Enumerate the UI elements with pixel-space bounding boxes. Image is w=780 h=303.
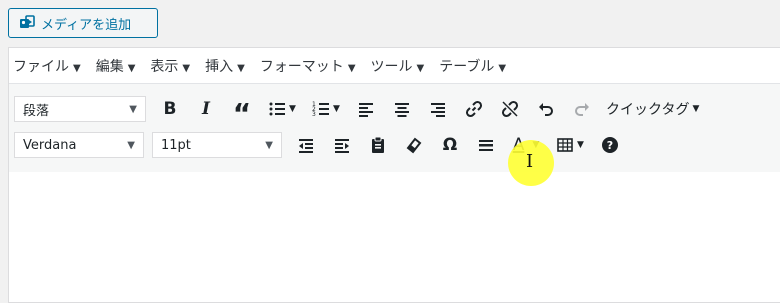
toolbars: 段落 ▼ B I “ ▼ 123 ▼ クイックタグ ▼ Verdana ▼ 11…: [9, 84, 780, 173]
menu-tools[interactable]: ツール ▼: [371, 56, 425, 76]
align-center-button[interactable]: [384, 94, 420, 124]
text-cursor-icon: I: [526, 151, 534, 172]
help-button[interactable]: ?: [592, 130, 628, 160]
menu-format[interactable]: フォーマット ▼: [260, 56, 356, 76]
numbered-list-icon: 123: [312, 101, 330, 118]
align-left-icon: [359, 103, 373, 117]
add-media-label: メディアを追加: [41, 17, 132, 33]
help-icon: ?: [602, 137, 618, 153]
editor-content-area[interactable]: [9, 172, 780, 302]
media-icon: [20, 15, 35, 28]
italic-icon: I: [202, 99, 210, 119]
eraser-icon: [406, 137, 422, 154]
table-button[interactable]: ▼: [548, 130, 592, 160]
font-family-select[interactable]: Verdana ▼: [14, 132, 144, 158]
caret-down-icon: ▼: [333, 104, 340, 114]
undo-icon: [539, 103, 553, 116]
numbered-list-button[interactable]: 123 ▼: [304, 94, 348, 124]
svg-text:3: 3: [312, 111, 316, 118]
bullet-list-icon: [269, 102, 286, 116]
menu-edit[interactable]: 編集 ▼: [96, 56, 136, 76]
caret-down-icon: ▼: [577, 140, 584, 150]
align-right-icon: [431, 103, 445, 117]
outdent-icon: [299, 139, 313, 153]
blockquote-button[interactable]: “: [224, 94, 260, 128]
align-left-button[interactable]: [348, 94, 384, 124]
caret-down-icon: ▼: [265, 139, 273, 151]
caret-down-icon: ▼: [498, 62, 507, 74]
menu-table[interactable]: テーブル ▼: [439, 56, 506, 76]
indent-icon: [335, 139, 349, 153]
font-size-select[interactable]: 11pt ▼: [152, 132, 282, 158]
insert-link-button[interactable]: [456, 94, 492, 124]
menu-insert[interactable]: 挿入 ▼: [205, 56, 245, 76]
italic-button[interactable]: I: [188, 94, 224, 124]
caret-down-icon: ▼: [289, 104, 296, 114]
omega-icon: Ω: [442, 135, 458, 155]
caret-down-icon: ▼: [237, 62, 245, 74]
format-select[interactable]: 段落 ▼: [14, 96, 146, 122]
indent-button[interactable]: [324, 130, 360, 160]
clear-formatting-button[interactable]: [396, 130, 432, 160]
caret-down-icon: ▼: [127, 62, 136, 74]
align-right-button[interactable]: [420, 94, 456, 124]
bold-button[interactable]: B: [152, 94, 188, 124]
svg-text:?: ?: [607, 139, 613, 152]
caret-down-icon: ▼: [73, 62, 81, 74]
menubar: ファイル ▼ 編集 ▼ 表示 ▼ 挿入 ▼ フォーマット ▼ ツール ▼ テーブル ▼: [9, 48, 780, 84]
caret-down-icon: ▼: [692, 104, 700, 114]
horizontal-line-icon: [479, 140, 493, 151]
horizontal-line-button[interactable]: [468, 130, 504, 160]
caret-down-icon: ▼: [182, 62, 191, 74]
outdent-button[interactable]: [288, 130, 324, 160]
caret-down-icon: ▼: [127, 139, 135, 151]
editor: ファイル ▼ 編集 ▼ 表示 ▼ 挿入 ▼ フォーマット ▼ ツール ▼ テーブル ▼ 段落 ▼…: [8, 47, 780, 303]
unlink-icon: [501, 100, 519, 118]
caret-down-icon: ▼: [416, 62, 425, 74]
redo-icon: [575, 103, 589, 116]
menu-file[interactable]: ファイル ▼: [13, 56, 81, 76]
special-character-button[interactable]: Ω: [432, 130, 468, 160]
add-media-button[interactable]: メディアを追加: [8, 8, 158, 38]
redo-button[interactable]: [564, 94, 600, 124]
bullet-list-button[interactable]: ▼: [260, 94, 304, 124]
remove-link-button[interactable]: [492, 94, 528, 124]
caret-down-icon: ▼: [347, 62, 356, 74]
blockquote-icon: “: [232, 97, 252, 130]
toolbar-row-1: 段落 ▼ B I “ ▼ 123 ▼ クイックタグ ▼: [9, 91, 705, 128]
link-icon: [465, 100, 483, 118]
menu-view[interactable]: 表示 ▼: [150, 56, 190, 76]
align-center-icon: [395, 103, 409, 117]
clipboard-icon: [372, 136, 384, 153]
undo-button[interactable]: [528, 94, 564, 124]
bold-icon: B: [163, 99, 177, 119]
paste-as-text-button[interactable]: [360, 130, 396, 160]
table-icon: [557, 138, 573, 152]
quicktags-button[interactable]: クイックタグ ▼: [600, 94, 705, 124]
caret-down-icon: ▼: [129, 103, 137, 115]
